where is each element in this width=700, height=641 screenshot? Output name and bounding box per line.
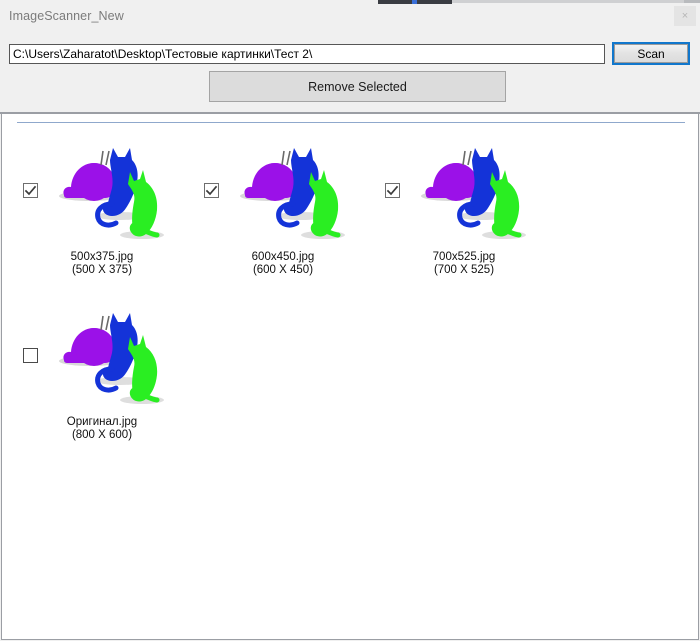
panel-header-rule (17, 122, 685, 123)
thumbnail-checkbox[interactable] (385, 183, 400, 198)
image-thumbnail-icon[interactable] (408, 132, 528, 252)
thumbnail-checkbox[interactable] (23, 183, 38, 198)
edge-artifact-right (684, 0, 700, 3)
thumbnails-panel[interactable]: 500x375.jpg (500 X 375) 600x450.jpg (600… (1, 114, 699, 640)
remove-selected-button[interactable]: Remove Selected (209, 71, 506, 102)
thumbnail-grid: 500x375.jpg (500 X 375) 600x450.jpg (600… (2, 128, 698, 458)
thumbnail-filename: 700x525.jpg (432, 251, 496, 263)
thumbnail-dimensions: (700 X 525) (433, 264, 495, 276)
thumbnail-caption: 500x375.jpg (500 X 375) (12, 251, 192, 277)
thumbnail-caption: 700x525.jpg (700 X 525) (374, 251, 554, 277)
image-thumbnail-icon[interactable] (46, 132, 166, 252)
thumbnail-item[interactable]: 700x525.jpg (700 X 525) (374, 128, 554, 293)
close-icon[interactable]: × (674, 6, 696, 26)
image-thumbnail-icon[interactable] (46, 297, 166, 417)
path-toolbar: Scan (0, 38, 700, 68)
thumbnail-filename: Оригинал.jpg (66, 416, 138, 428)
thumbnail-row: 500x375.jpg (500 X 375) 600x450.jpg (600… (2, 128, 698, 293)
scan-button-focus-ring: Scan (612, 42, 690, 65)
scan-button[interactable]: Scan (614, 44, 688, 63)
thumbnail-caption: Оригинал.jpg (800 X 600) (12, 416, 192, 442)
folder-path-input[interactable] (9, 44, 605, 64)
title-bar: ImageScanner_New × (0, 4, 700, 32)
thumbnail-filename: 600x450.jpg (251, 251, 315, 263)
thumbnail-checkbox[interactable] (23, 348, 38, 363)
thumbnail-row: Оригинал.jpg (800 X 600) (2, 293, 698, 458)
edge-artifact-light (452, 0, 684, 3)
window-title: ImageScanner_New (9, 9, 124, 23)
thumbnail-dimensions: (800 X 600) (71, 429, 133, 441)
thumbnail-dimensions: (500 X 375) (71, 264, 133, 276)
thumbnail-filename: 500x375.jpg (70, 251, 134, 263)
thumbnail-caption: 600x450.jpg (600 X 450) (193, 251, 373, 277)
image-thumbnail-icon[interactable] (227, 132, 347, 252)
thumbnail-item[interactable]: Оригинал.jpg (800 X 600) (12, 293, 192, 458)
thumbnail-item[interactable]: 500x375.jpg (500 X 375) (12, 128, 192, 293)
thumbnail-checkbox[interactable] (204, 183, 219, 198)
thumbnail-item[interactable]: 600x450.jpg (600 X 450) (193, 128, 373, 293)
thumbnail-dimensions: (600 X 450) (252, 264, 314, 276)
